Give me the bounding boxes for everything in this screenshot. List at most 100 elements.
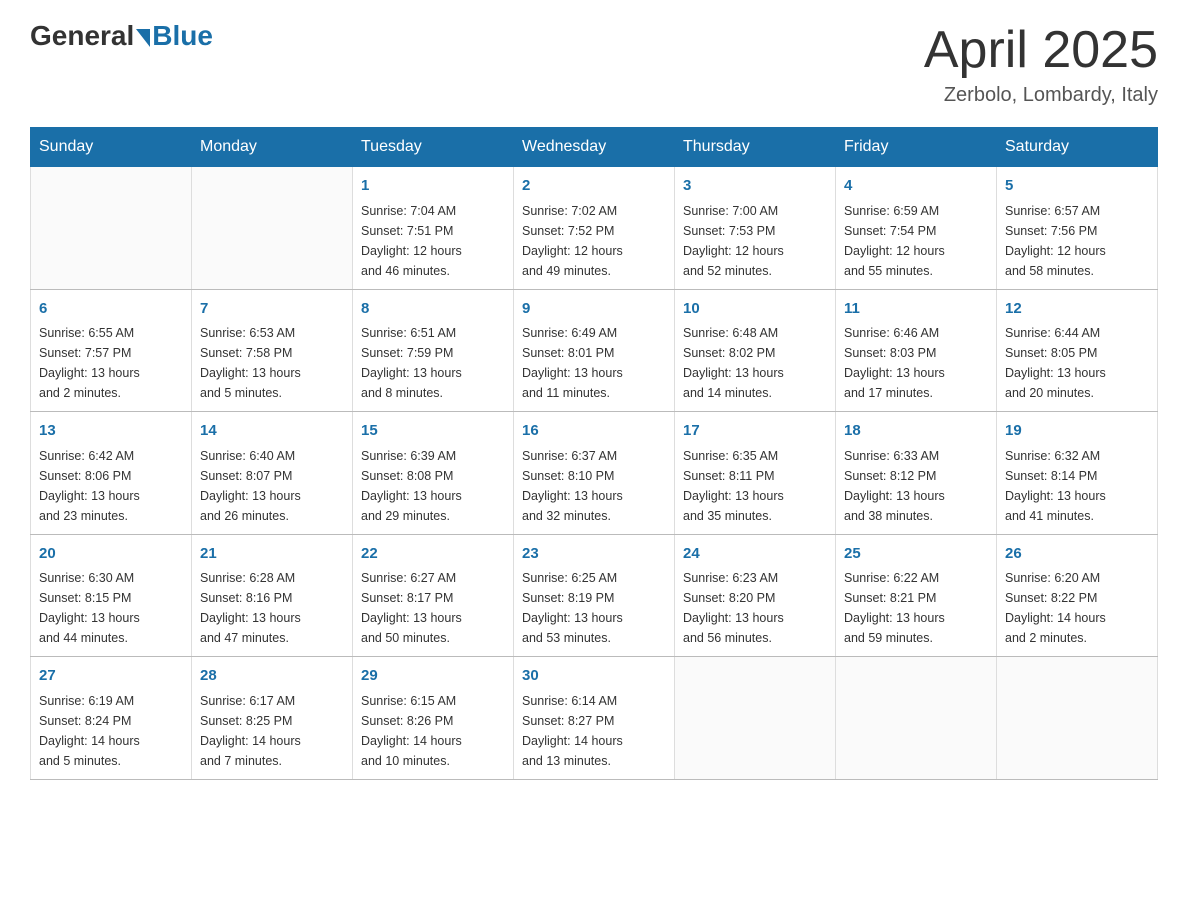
calendar-week-row: 13Sunrise: 6:42 AM Sunset: 8:06 PM Dayli… (31, 412, 1158, 535)
calendar-cell: 11Sunrise: 6:46 AM Sunset: 8:03 PM Dayli… (836, 289, 997, 412)
day-info: Sunrise: 6:39 AM Sunset: 8:08 PM Dayligh… (361, 446, 505, 526)
day-info: Sunrise: 6:44 AM Sunset: 8:05 PM Dayligh… (1005, 323, 1149, 403)
day-info: Sunrise: 6:28 AM Sunset: 8:16 PM Dayligh… (200, 568, 344, 648)
calendar-cell (31, 167, 192, 290)
calendar-table: SundayMondayTuesdayWednesdayThursdayFrid… (30, 127, 1158, 780)
calendar-week-row: 1 Sunrise: 7:04 AM Sunset: 7:51 PM Daylig… (31, 167, 1158, 290)
day-number: 24 (683, 543, 827, 566)
day-info: Sunrise: 6:48 AM Sunset: 8:02 PM Dayligh… (683, 323, 827, 403)
day-number: 25 (844, 543, 988, 566)
calendar-header-row: SundayMondayTuesdayWednesdayThursdayFrid… (31, 128, 1158, 167)
title-block: April 2025 Zerbolo, Lombardy, Italy (924, 20, 1158, 107)
day-number: 6 (39, 298, 183, 321)
day-info: Sunrise: 6:59 AM Sunset: 7:54 PM Dayligh… (844, 201, 988, 281)
logo-arrow-icon (136, 29, 150, 47)
day-info: Sunrise: 6:55 AM Sunset: 7:57 PM Dayligh… (39, 323, 183, 403)
calendar-cell: 9Sunrise: 6:49 AM Sunset: 8:01 PM Daylig… (514, 289, 675, 412)
calendar-cell: 22Sunrise: 6:27 AM Sunset: 8:17 PM Dayli… (353, 534, 514, 657)
calendar-cell: 29 Sunrise: 6:15 AM Sunset: 8:26 PM Dayli… (353, 657, 514, 780)
day-number: 18 (844, 420, 988, 443)
page-header: General Blue April 2025 Zerbolo, Lombard… (30, 20, 1158, 107)
day-number: 10 (683, 298, 827, 321)
day-number: 22 (361, 543, 505, 566)
day-info: Sunrise: 6:15 AM Sunset: 8:26 PM Dayligh… (361, 691, 505, 771)
day-info: Sunrise: 7:04 AM Sunset: 7:51 PM Dayligh… (361, 201, 505, 281)
calendar-cell: 1 Sunrise: 7:04 AM Sunset: 7:51 PM Daylig… (353, 167, 514, 290)
day-info: Sunrise: 6:51 AM Sunset: 7:59 PM Dayligh… (361, 323, 505, 403)
calendar-cell (836, 657, 997, 780)
logo: General Blue (30, 20, 213, 52)
day-number: 23 (522, 543, 666, 566)
calendar-cell (997, 657, 1158, 780)
calendar-cell: 13Sunrise: 6:42 AM Sunset: 8:06 PM Dayli… (31, 412, 192, 535)
calendar-cell: 5 Sunrise: 6:57 AM Sunset: 7:56 PM Daylig… (997, 167, 1158, 290)
calendar-cell: 24Sunrise: 6:23 AM Sunset: 8:20 PM Dayli… (675, 534, 836, 657)
day-number: 3 (683, 175, 827, 198)
day-of-week-header: Sunday (31, 128, 192, 167)
day-info: Sunrise: 7:02 AM Sunset: 7:52 PM Dayligh… (522, 201, 666, 281)
day-info: Sunrise: 6:53 AM Sunset: 7:58 PM Dayligh… (200, 323, 344, 403)
day-number: 15 (361, 420, 505, 443)
day-info: Sunrise: 6:57 AM Sunset: 7:56 PM Dayligh… (1005, 201, 1149, 281)
day-of-week-header: Thursday (675, 128, 836, 167)
day-number: 27 (39, 665, 183, 688)
day-number: 9 (522, 298, 666, 321)
calendar-cell: 18 Sunrise: 6:33 AM Sunset: 8:12 PM Dayli… (836, 412, 997, 535)
calendar-cell: 23Sunrise: 6:25 AM Sunset: 8:19 PM Dayli… (514, 534, 675, 657)
calendar-cell: 2 Sunrise: 7:02 AM Sunset: 7:52 PM Daylig… (514, 167, 675, 290)
day-number: 8 (361, 298, 505, 321)
day-info: Sunrise: 6:35 AM Sunset: 8:11 PM Dayligh… (683, 446, 827, 526)
calendar-cell (675, 657, 836, 780)
day-of-week-header: Monday (192, 128, 353, 167)
calendar-cell: 21Sunrise: 6:28 AM Sunset: 8:16 PM Dayli… (192, 534, 353, 657)
day-number: 28 (200, 665, 344, 688)
calendar-cell: 30 Sunrise: 6:14 AM Sunset: 8:27 PM Dayli… (514, 657, 675, 780)
calendar-cell: 12Sunrise: 6:44 AM Sunset: 8:05 PM Dayli… (997, 289, 1158, 412)
day-info: Sunrise: 6:49 AM Sunset: 8:01 PM Dayligh… (522, 323, 666, 403)
day-info: Sunrise: 6:23 AM Sunset: 8:20 PM Dayligh… (683, 568, 827, 648)
calendar-cell: 20Sunrise: 6:30 AM Sunset: 8:15 PM Dayli… (31, 534, 192, 657)
calendar-cell: 17 Sunrise: 6:35 AM Sunset: 8:11 PM Dayli… (675, 412, 836, 535)
month-year-title: April 2025 (924, 20, 1158, 80)
day-info: Sunrise: 6:37 AM Sunset: 8:10 PM Dayligh… (522, 446, 666, 526)
day-number: 14 (200, 420, 344, 443)
calendar-cell: 4Sunrise: 6:59 AM Sunset: 7:54 PM Daylig… (836, 167, 997, 290)
calendar-cell: 25Sunrise: 6:22 AM Sunset: 8:21 PM Dayli… (836, 534, 997, 657)
day-number: 1 (361, 175, 505, 198)
calendar-cell (192, 167, 353, 290)
day-number: 29 (361, 665, 505, 688)
calendar-cell: 16 Sunrise: 6:37 AM Sunset: 8:10 PM Dayli… (514, 412, 675, 535)
calendar-cell: 14Sunrise: 6:40 AM Sunset: 8:07 PM Dayli… (192, 412, 353, 535)
day-info: Sunrise: 6:22 AM Sunset: 8:21 PM Dayligh… (844, 568, 988, 648)
day-of-week-header: Friday (836, 128, 997, 167)
day-number: 19 (1005, 420, 1149, 443)
day-of-week-header: Saturday (997, 128, 1158, 167)
day-number: 20 (39, 543, 183, 566)
calendar-cell: 27 Sunrise: 6:19 AM Sunset: 8:24 PM Dayli… (31, 657, 192, 780)
day-info: Sunrise: 6:25 AM Sunset: 8:19 PM Dayligh… (522, 568, 666, 648)
logo-general-text: General (30, 20, 134, 52)
day-info: Sunrise: 6:20 AM Sunset: 8:22 PM Dayligh… (1005, 568, 1149, 648)
calendar-cell: 15 Sunrise: 6:39 AM Sunset: 8:08 PM Dayli… (353, 412, 514, 535)
calendar-cell: 3 Sunrise: 7:00 AM Sunset: 7:53 PM Daylig… (675, 167, 836, 290)
day-number: 5 (1005, 175, 1149, 198)
day-info: Sunrise: 6:19 AM Sunset: 8:24 PM Dayligh… (39, 691, 183, 771)
day-number: 7 (200, 298, 344, 321)
day-number: 2 (522, 175, 666, 198)
day-info: Sunrise: 6:32 AM Sunset: 8:14 PM Dayligh… (1005, 446, 1149, 526)
day-info: Sunrise: 6:46 AM Sunset: 8:03 PM Dayligh… (844, 323, 988, 403)
day-info: Sunrise: 6:33 AM Sunset: 8:12 PM Dayligh… (844, 446, 988, 526)
day-of-week-header: Tuesday (353, 128, 514, 167)
day-number: 12 (1005, 298, 1149, 321)
day-number: 17 (683, 420, 827, 443)
day-info: Sunrise: 6:30 AM Sunset: 8:15 PM Dayligh… (39, 568, 183, 648)
day-info: Sunrise: 6:14 AM Sunset: 8:27 PM Dayligh… (522, 691, 666, 771)
day-number: 16 (522, 420, 666, 443)
calendar-week-row: 20Sunrise: 6:30 AM Sunset: 8:15 PM Dayli… (31, 534, 1158, 657)
calendar-cell: 19 Sunrise: 6:32 AM Sunset: 8:14 PM Dayli… (997, 412, 1158, 535)
calendar-cell: 6Sunrise: 6:55 AM Sunset: 7:57 PM Daylig… (31, 289, 192, 412)
logo-blue-text: Blue (152, 20, 213, 52)
day-info: Sunrise: 7:00 AM Sunset: 7:53 PM Dayligh… (683, 201, 827, 281)
day-info: Sunrise: 6:27 AM Sunset: 8:17 PM Dayligh… (361, 568, 505, 648)
day-number: 30 (522, 665, 666, 688)
